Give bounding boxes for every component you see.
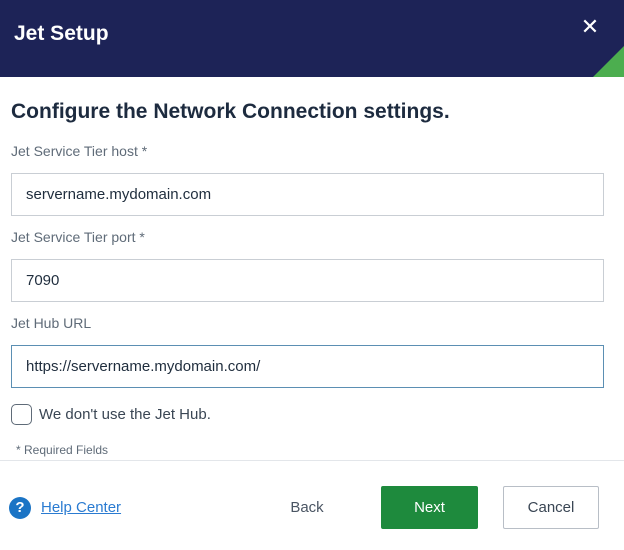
corner-accent [593,46,624,77]
port-input[interactable] [11,259,604,302]
cancel-button[interactable]: Cancel [503,486,599,529]
no-hub-checkbox[interactable] [11,403,32,425]
close-icon[interactable]: ✕ [578,14,602,40]
back-button[interactable]: Back [268,486,346,528]
port-label: Jet Service Tier port * [11,229,145,245]
next-button[interactable]: Next [381,486,478,529]
hub-url-input[interactable] [11,345,604,388]
help-center-link[interactable]: Help Center [41,499,121,516]
dialog-header: Jet Setup ✕ [0,0,624,77]
hub-url-label: Jet Hub URL [11,315,92,331]
required-fields-note: * Required Fields [16,443,109,457]
question-circle-icon[interactable]: ? [9,497,31,519]
host-label: Jet Service Tier host * [11,143,148,159]
host-input[interactable] [11,173,604,216]
page-heading: Configure the Network Connection setting… [11,100,450,123]
no-hub-option[interactable]: We don't use the Jet Hub. [11,403,211,425]
footer-divider [0,460,624,461]
dialog-title: Jet Setup [14,22,109,45]
no-hub-label[interactable]: We don't use the Jet Hub. [39,406,211,423]
